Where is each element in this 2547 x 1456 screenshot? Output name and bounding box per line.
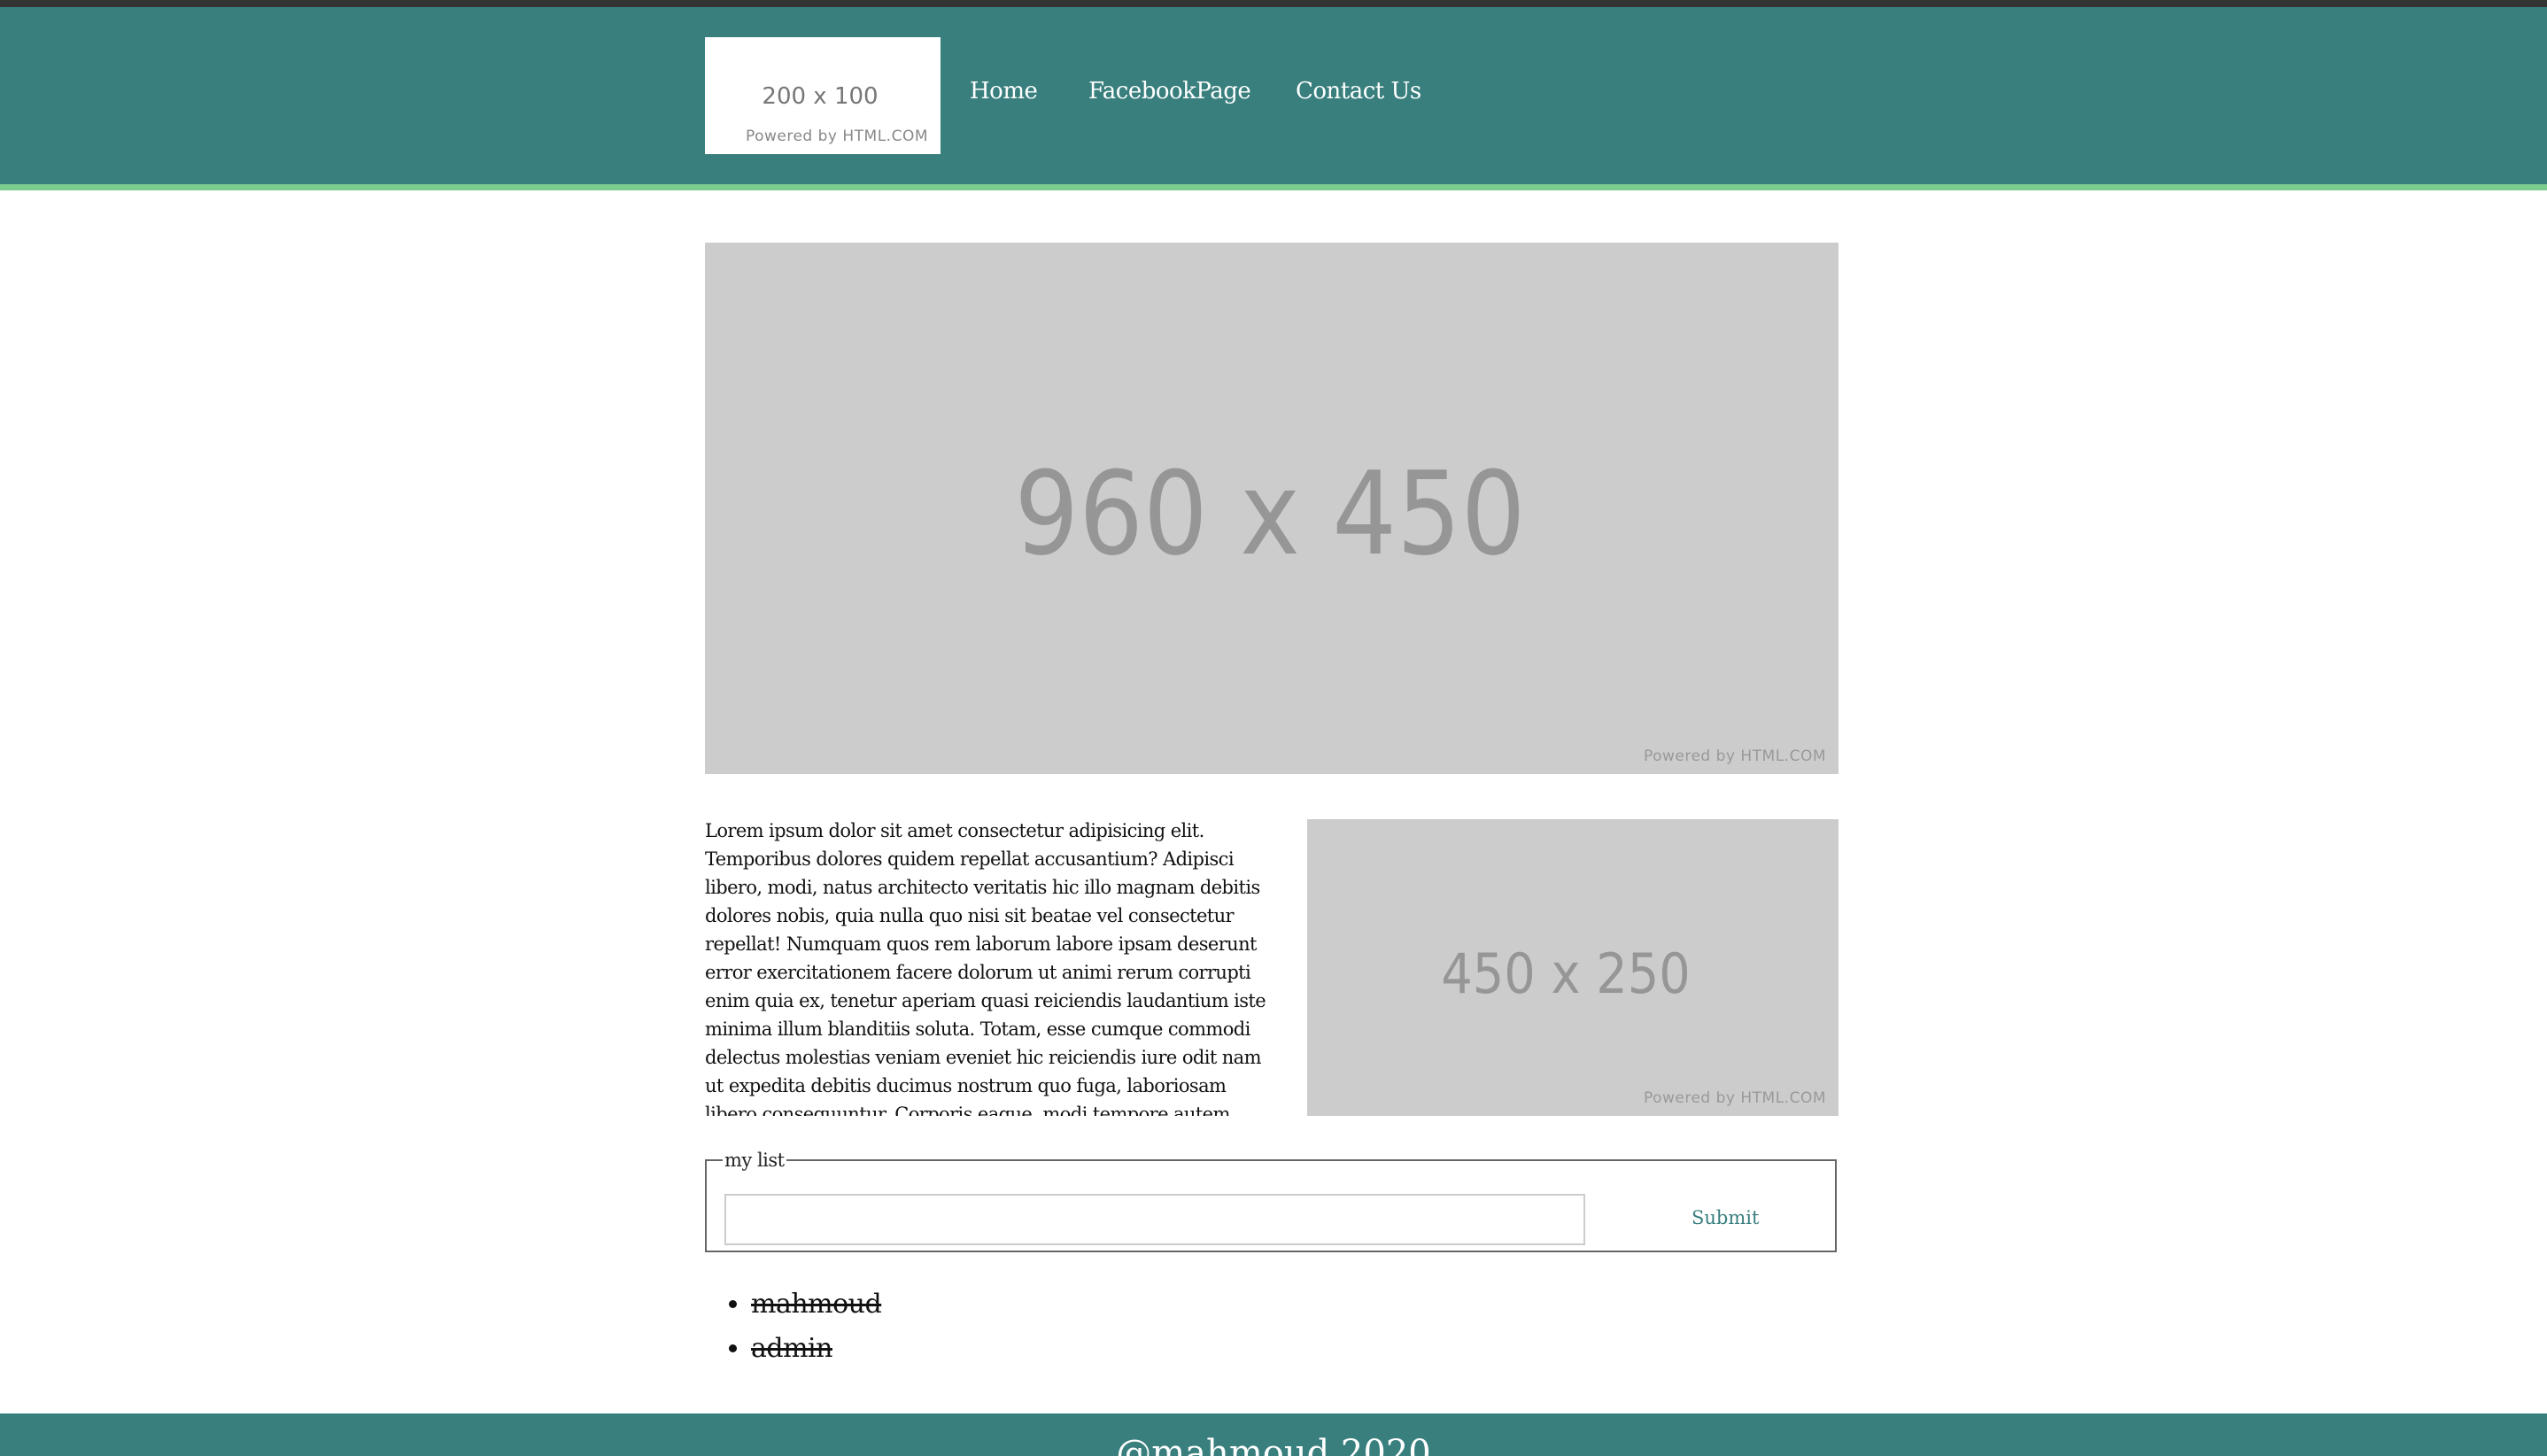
list-item[interactable]: mahmoud: [751, 1282, 882, 1327]
hero-dims-label: 960 x 450: [1014, 446, 1526, 581]
names-list: mahmoud admin: [719, 1282, 882, 1371]
list-item[interactable]: admin: [751, 1327, 881, 1371]
site-footer: @mahmoud 2020: [0, 1413, 2547, 1456]
side-image-powered-label: Powered by HTML.COM: [1643, 1089, 1826, 1107]
nav-link-home[interactable]: Home: [970, 78, 1038, 105]
top-bar: [0, 0, 2547, 7]
footer-copyright: @mahmoud 2020: [1116, 1433, 1431, 1456]
nav-link-contact-us[interactable]: Contact Us: [1296, 78, 1421, 105]
side-image-placeholder: 450 x 250 Powered by HTML.COM: [1307, 819, 1839, 1116]
my-list-legend: my list: [724, 1150, 785, 1171]
hero-powered-label: Powered by HTML.COM: [1643, 747, 1826, 765]
header-accent-line: [0, 184, 2547, 190]
nav-link-facebook-page[interactable]: FacebookPage: [1088, 78, 1251, 105]
article-text: Lorem ipsum dolor sit amet consectetur a…: [705, 820, 1266, 1116]
hero-image-placeholder: 960 x 450 Powered by HTML.COM: [705, 243, 1839, 774]
my-list-fieldset: my list Submit: [705, 1150, 1837, 1252]
side-image-dims-label: 450 x 250: [1441, 941, 1691, 1006]
submit-button[interactable]: Submit: [1692, 1204, 1759, 1231]
main-nav: Home FacebookPage Contact Us: [0, 78, 2547, 113]
logo-powered-label: Powered by HTML.COM: [745, 128, 928, 145]
list-item-input[interactable]: [724, 1194, 1585, 1245]
